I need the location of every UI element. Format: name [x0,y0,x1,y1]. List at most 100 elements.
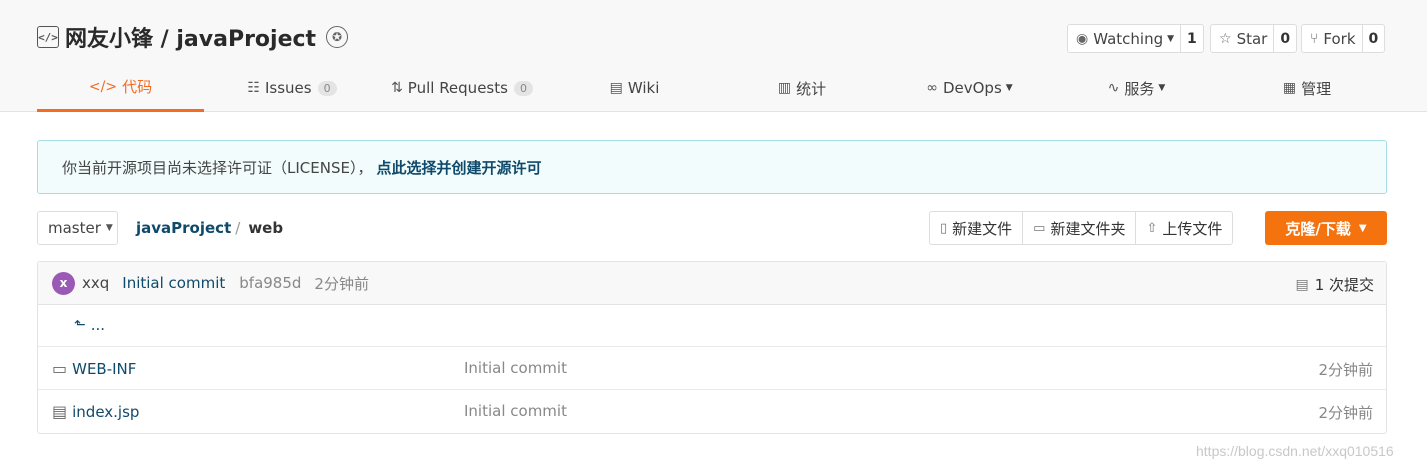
file-icon: ▯ [940,220,948,236]
tab-issues-count: 0 [317,80,337,96]
tab-pull-requests[interactable]: ⇅ Pull Requests 0 [387,64,537,112]
tab-wiki[interactable]: ▤ Wiki [597,64,672,112]
new-folder-button[interactable]: ▭ 新建文件夹 [1023,212,1137,244]
table-row: ▤ index.jsp Initial commit 2分钟前 [38,391,1386,433]
settings-doc-icon: ▦ [1282,80,1297,96]
upload-icon: ⇧ [1146,220,1158,236]
code-icon: </> [88,78,118,95]
watching-count[interactable]: 1 [1181,25,1203,52]
bar-chart-icon: ▥ [777,80,792,96]
commits-icon: ▤ [1295,276,1309,293]
file-name: index.jsp [72,402,140,421]
repo-tabs: </> 代码 ☷ Issues 0 ⇅ Pull Requests 0 ▤ Wi… [37,64,1387,112]
chevron-down-icon: ▼ [1158,83,1166,93]
upload-file-button[interactable]: ⇧ 上传文件 [1136,212,1232,244]
fork-group: ⑂ Fork 0 [1301,24,1386,53]
repo-owner[interactable]: 网友小锋 [65,27,153,52]
star-button[interactable]: ☆ Star [1211,25,1275,52]
breadcrumb-project[interactable]: javaProject [136,219,231,237]
file-table: x xxq Initial commit bfa985d 2分钟前 ▤ 1 次提… [37,261,1387,434]
pulse-icon: ∿ [1107,80,1120,96]
breadcrumb-separator: / [235,219,241,237]
tab-stats-label: 统计 [796,79,827,98]
tab-pull-requests-count: 0 [513,80,533,96]
file-commit-message[interactable]: Initial commit [464,359,567,377]
watermark: https://blog.csdn.net/xxq010516 [1196,443,1394,459]
new-file-label: 新建文件 [952,219,1013,238]
fork-button[interactable]: ⑂ Fork [1302,25,1363,52]
code-repo-icon: </> [37,26,59,48]
chevron-down-icon: ▼ [1005,83,1013,93]
file-name-link[interactable]: ▭ WEB-INF [52,359,136,378]
breadcrumb-dir: web [248,219,284,237]
folder-icon: ▭ [1033,220,1046,236]
watch-group: ◉ Watching ▼ 1 [1067,24,1204,53]
tab-services-label: 服务 [1124,79,1155,98]
fork-count[interactable]: 0 [1363,25,1385,52]
commit-message[interactable]: Initial commit [122,274,225,292]
file-time: 2分钟前 [1318,361,1373,379]
parent-dir-row[interactable]: ⬑ ... [38,305,1386,347]
tab-manage[interactable]: ▦ 管理 [1272,64,1342,112]
commit-time: 2分钟前 [314,274,369,293]
repo-title: </> 网友小锋 / javaProject ✪ [37,21,349,53]
breadcrumb: javaProject / web [136,219,283,237]
tab-wiki-label: Wiki [627,79,660,97]
avatar[interactable]: x [52,271,75,295]
fork-icon: ⑂ [1310,30,1319,47]
upload-file-label: 上传文件 [1162,219,1223,238]
new-folder-label: 新建文件夹 [1050,219,1126,238]
folder-icon: ▭ [52,359,68,378]
repo-full-name[interactable]: 网友小锋 / javaProject [65,21,316,53]
tab-services[interactable]: ∿ 服务 ▼ [1099,64,1174,112]
eye-icon: ◉ [1076,30,1089,47]
new-file-button[interactable]: ▯ 新建文件 [930,212,1024,244]
file-commit-message[interactable]: Initial commit [464,402,567,420]
recommend-badge-icon[interactable]: ✪ [326,26,349,48]
star-icon: ☆ [1219,30,1232,47]
watching-label: Watching [1093,29,1164,48]
tab-issues-label: Issues [264,79,312,97]
chevron-down-icon: ▼ [105,223,113,233]
commit-user[interactable]: xxq [82,274,109,292]
create-license-link[interactable]: 点此选择并创建开源许可 [376,157,541,178]
parent-dir-label: ... [90,316,106,334]
file-name: WEB-INF [72,359,137,378]
repo-separator: / [153,27,177,52]
repo-name[interactable]: javaProject [176,27,316,52]
tab-issues[interactable]: ☷ Issues 0 [237,64,347,112]
branch-name: master [48,219,101,237]
license-notice-text: 你当前开源项目尚未选择许可证（LICENSE）， [62,158,373,177]
tab-devops-label: DevOps [942,79,1002,97]
commit-hash[interactable]: bfa985d [239,274,301,292]
file-time: 2分钟前 [1318,404,1373,422]
branch-selector[interactable]: master ▼ [37,211,118,245]
parent-dir-link[interactable]: ⬑ ... [74,316,105,334]
file-name-link[interactable]: ▤ index.jsp [52,402,139,421]
commit-count-label: 1 次提交 [1314,276,1374,294]
license-notice: 你当前开源项目尚未选择许可证（LICENSE）， 点此选择并创建开源许可 [37,140,1387,194]
tab-devops[interactable]: ∞ DevOps ▼ [917,64,1022,112]
tab-pull-requests-label: Pull Requests [407,79,508,97]
book-icon: ▤ [609,80,623,96]
commit-count-link[interactable]: ▤ 1 次提交 [1295,274,1374,295]
last-commit-row: x xxq Initial commit bfa985d 2分钟前 ▤ 1 次提… [38,262,1386,305]
star-label: Star [1236,29,1268,48]
return-arrow-icon: ⬑ [74,317,86,333]
repo-header: </> 网友小锋 / javaProject ✪ ◉ Watching ▼ 1 … [0,0,1427,112]
infinity-icon: ∞ [926,80,938,96]
table-row: ▭ WEB-INF Initial commit 2分钟前 [38,348,1386,390]
star-count[interactable]: 0 [1274,25,1296,52]
file-icon: ▤ [52,402,68,421]
chevron-down-icon: ▼ [1358,222,1367,234]
chevron-down-icon: ▼ [1167,33,1175,44]
watching-button[interactable]: ◉ Watching ▼ [1068,25,1182,52]
tab-code[interactable]: </> 代码 [37,64,204,112]
clone-download-button[interactable]: 克隆/下载 ▼ [1265,211,1387,245]
star-group: ☆ Star 0 [1210,24,1298,53]
tab-code-label: 代码 [122,78,153,96]
tab-stats[interactable]: ▥ 统计 [767,64,837,112]
pull-request-icon: ⇅ [391,80,403,96]
clone-download-label: 克隆/下载 [1285,219,1351,238]
issues-icon: ☷ [247,80,260,96]
